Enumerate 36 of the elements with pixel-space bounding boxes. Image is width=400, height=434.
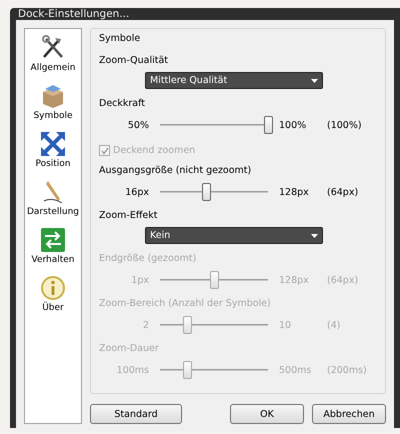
field-label: Deckkraft: [99, 98, 146, 109]
min-value: 100ms: [116, 364, 150, 376]
slider-reading: (64px): [326, 186, 360, 198]
max-value: 128px: [278, 274, 310, 286]
dialog-button[interactable]: Standard: [90, 404, 182, 424]
group-title: Symbole: [99, 33, 142, 44]
min-value: 50%: [126, 120, 150, 130]
max-value: 100%: [278, 120, 308, 130]
slider-reading: (100%): [326, 120, 363, 130]
dialog-button[interactable]: OK: [230, 404, 304, 424]
field-label: Zoom-Effekt: [99, 210, 158, 221]
field-label: Endgröße (gezoomt): [99, 253, 198, 264]
max-value: 500ms: [278, 364, 312, 376]
dropdown[interactable]: Kein: [145, 227, 323, 244]
sidebar-item[interactable]: Position: [25, 129, 81, 171]
sidebar-item[interactable]: Über: [25, 273, 81, 315]
sidebar-item[interactable]: Symbole: [25, 81, 81, 123]
sidebar-item[interactable]: Allgemein: [25, 33, 81, 75]
window-title: Dock-Einstellungen...: [17, 8, 130, 20]
checkbox-label: Deckend zoomen: [113, 145, 196, 156]
slider-reading: (64px): [326, 274, 360, 286]
dropdown[interactable]: Mittlere Qualität: [145, 72, 323, 89]
max-value: 10: [278, 320, 292, 330]
min-value: 16px: [124, 186, 150, 198]
max-value: 128px: [278, 186, 310, 198]
slider-reading: (4): [326, 320, 342, 330]
field-label: Zoom-Qualität: [99, 55, 170, 66]
min-value: 1px: [130, 274, 150, 286]
dialog-button[interactable]: Abbrechen: [312, 404, 386, 424]
min-value: 2: [142, 320, 150, 330]
field-label: Zoom-Dauer: [99, 343, 160, 354]
field-label: Zoom-Bereich (Anzahl der Symbole): [99, 298, 272, 309]
field-label: Ausgangsgröße (nicht gezoomt): [99, 165, 252, 176]
sidebar-item[interactable]: Verhalten: [25, 225, 81, 267]
sidebar-item[interactable]: Darstellung: [25, 177, 81, 219]
slider-reading: (200ms): [326, 364, 368, 376]
